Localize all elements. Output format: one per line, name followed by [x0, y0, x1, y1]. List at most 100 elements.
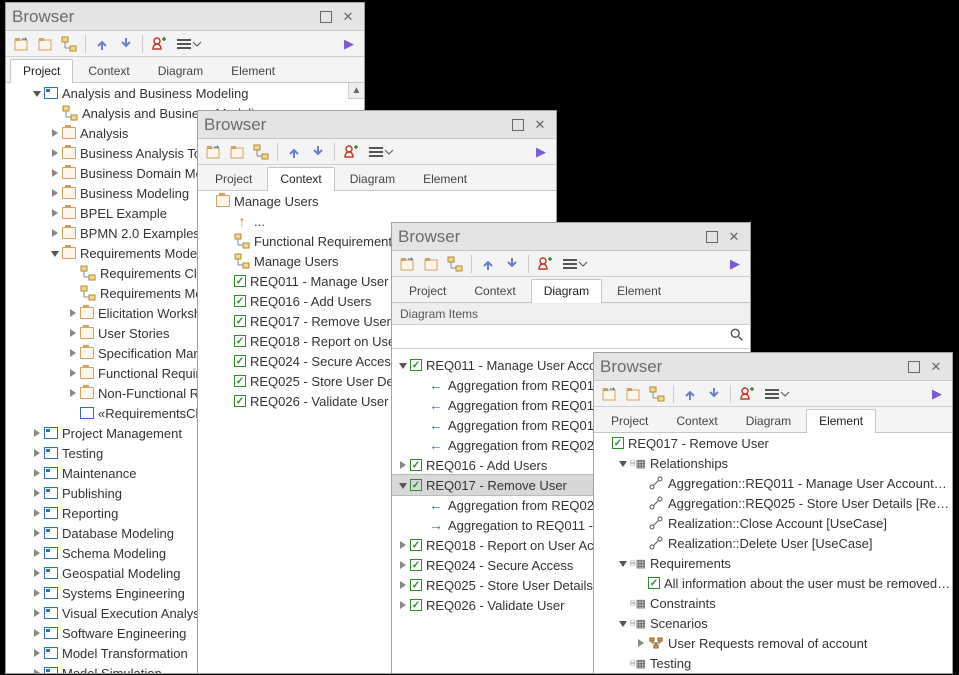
play-icon[interactable]: ▶	[530, 141, 552, 163]
nav-forward-icon[interactable]	[703, 383, 725, 405]
twisty-icon[interactable]	[30, 486, 44, 500]
tab-element[interactable]: Element	[604, 279, 674, 303]
nav-forward-icon[interactable]	[115, 33, 137, 55]
new-model-icon[interactable]	[598, 383, 620, 405]
new-package-icon[interactable]	[622, 383, 644, 405]
new-diagram-icon[interactable]	[58, 33, 80, 55]
twisty-icon[interactable]	[396, 578, 410, 592]
twisty-icon[interactable]	[30, 586, 44, 600]
tree-content[interactable]: REQ017 - Remove UserRelationshipsAggrega…	[594, 433, 952, 673]
new-diagram-icon[interactable]	[444, 253, 466, 275]
twisty-icon[interactable]	[30, 566, 44, 580]
twisty-icon[interactable]	[66, 366, 80, 380]
edit-icon[interactable]	[534, 253, 556, 275]
scroll-up-icon[interactable]: ▲	[348, 83, 364, 99]
twisty-icon[interactable]	[48, 206, 62, 220]
tab-element[interactable]: Element	[410, 167, 480, 191]
new-model-icon[interactable]	[10, 33, 32, 55]
twisty-icon[interactable]	[66, 306, 80, 320]
twisty-icon[interactable]	[66, 326, 80, 340]
tree-node[interactable]: Realization::Close Account [UseCase]	[594, 513, 952, 533]
nav-back-icon[interactable]	[91, 33, 113, 55]
twisty-icon[interactable]	[48, 246, 62, 260]
tree-node[interactable]: Aggregation::REQ011 - Manage User Accoun…	[594, 473, 952, 493]
tree-node[interactable]: Relationships	[594, 453, 952, 473]
close-icon[interactable]: ✕	[926, 357, 946, 377]
twisty-icon[interactable]	[396, 538, 410, 552]
search-icon[interactable]	[730, 328, 744, 345]
twisty-icon[interactable]	[30, 626, 44, 640]
tab-project[interactable]: Project	[202, 167, 265, 191]
tab-context[interactable]: Context	[267, 167, 334, 191]
tab-diagram[interactable]: Diagram	[337, 167, 408, 191]
nav-forward-icon[interactable]	[307, 141, 329, 163]
tab-context[interactable]: Context	[75, 59, 142, 83]
twisty-icon[interactable]	[48, 166, 62, 180]
hamburger-menu-icon[interactable]	[172, 33, 206, 55]
tab-project[interactable]: Project	[598, 409, 661, 433]
tree-node[interactable]: Manage Users	[198, 191, 556, 211]
new-package-icon[interactable]	[34, 33, 56, 55]
tree-node[interactable]: Analysis and Business Modeling	[6, 83, 364, 103]
edit-icon[interactable]	[148, 33, 170, 55]
close-icon[interactable]: ✕	[338, 7, 358, 27]
twisty-icon[interactable]	[396, 558, 410, 572]
twisty-icon[interactable]	[30, 546, 44, 560]
tab-element[interactable]: Element	[806, 409, 876, 433]
twisty-icon[interactable]	[616, 616, 630, 630]
new-package-icon[interactable]	[420, 253, 442, 275]
new-model-icon[interactable]	[202, 141, 224, 163]
maximize-icon[interactable]	[508, 115, 528, 135]
tree-node[interactable]: Aggregation::REQ025 - Store User Details…	[594, 493, 952, 513]
twisty-icon[interactable]	[616, 456, 630, 470]
twisty-icon[interactable]	[396, 358, 410, 372]
edit-icon[interactable]	[340, 141, 362, 163]
maximize-icon[interactable]	[316, 7, 336, 27]
tree-node[interactable]: All information about the user must be r…	[594, 573, 952, 593]
tree-node[interactable]: Constraints	[594, 593, 952, 613]
twisty-icon[interactable]	[48, 126, 62, 140]
twisty-icon[interactable]	[30, 526, 44, 540]
twisty-icon[interactable]	[396, 478, 410, 492]
tree-node[interactable]: User Requests removal of account	[594, 633, 952, 653]
twisty-icon[interactable]	[30, 666, 44, 673]
twisty-icon[interactable]	[30, 506, 44, 520]
twisty-icon[interactable]	[48, 146, 62, 160]
twisty-icon[interactable]	[396, 458, 410, 472]
hamburger-menu-icon[interactable]	[760, 383, 794, 405]
tab-context[interactable]: Context	[461, 279, 528, 303]
twisty-icon[interactable]	[30, 466, 44, 480]
twisty-icon[interactable]	[616, 556, 630, 570]
twisty-icon[interactable]	[30, 606, 44, 620]
search-input[interactable]	[398, 329, 730, 345]
play-icon[interactable]: ▶	[338, 33, 360, 55]
tab-project[interactable]: Project	[396, 279, 459, 303]
twisty-icon[interactable]	[48, 186, 62, 200]
new-diagram-icon[interactable]	[250, 141, 272, 163]
tree-node[interactable]: Realization::Delete User [UseCase]	[594, 533, 952, 553]
hamburger-menu-icon[interactable]	[364, 141, 398, 163]
twisty-icon[interactable]	[66, 346, 80, 360]
nav-forward-icon[interactable]	[501, 253, 523, 275]
hamburger-menu-icon[interactable]	[558, 253, 592, 275]
twisty-icon[interactable]	[30, 446, 44, 460]
tab-project[interactable]: Project	[10, 59, 73, 83]
twisty-icon[interactable]	[30, 86, 44, 100]
tree-node[interactable]: Testing	[594, 653, 952, 673]
new-package-icon[interactable]	[226, 141, 248, 163]
twisty-icon[interactable]	[634, 636, 648, 650]
tab-context[interactable]: Context	[663, 409, 730, 433]
nav-back-icon[interactable]	[679, 383, 701, 405]
tab-diagram[interactable]: Diagram	[531, 279, 602, 303]
play-icon[interactable]: ▶	[926, 383, 948, 405]
new-diagram-icon[interactable]	[646, 383, 668, 405]
nav-back-icon[interactable]	[477, 253, 499, 275]
tab-element[interactable]: Element	[218, 59, 288, 83]
close-icon[interactable]: ✕	[530, 115, 550, 135]
maximize-icon[interactable]	[702, 227, 722, 247]
twisty-icon[interactable]	[30, 426, 44, 440]
twisty-icon[interactable]	[48, 226, 62, 240]
tab-diagram[interactable]: Diagram	[145, 59, 216, 83]
tab-diagram[interactable]: Diagram	[733, 409, 804, 433]
new-model-icon[interactable]	[396, 253, 418, 275]
